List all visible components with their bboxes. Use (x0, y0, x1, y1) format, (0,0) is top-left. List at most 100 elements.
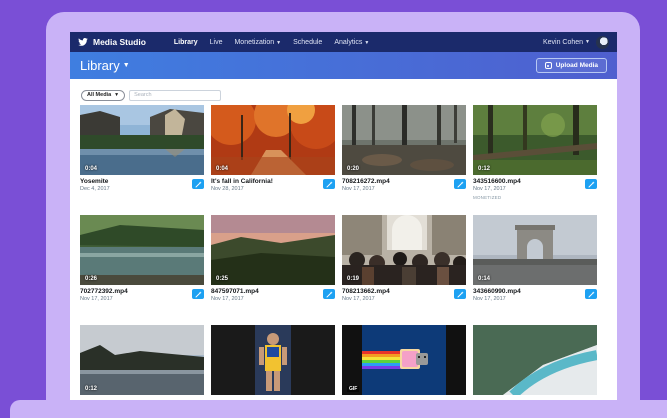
media-date: Nov 17, 2017 (211, 296, 244, 302)
edit-button[interactable] (454, 179, 466, 189)
lake-dusk-thumbnail-image (80, 325, 204, 395)
video-thumbnail[interactable] (473, 325, 597, 395)
video-thumbnail[interactable]: 0:14 (473, 215, 597, 285)
nav-monetization[interactable]: Monetization ▼ (234, 39, 281, 46)
river-thumbnail-image (80, 215, 204, 285)
brand-name: Media Studio (93, 37, 146, 47)
magic-wand-icon (587, 290, 595, 298)
magic-wand-icon (325, 290, 333, 298)
video-duration: 0:20 (347, 166, 360, 172)
media-title: 708213662.mp4 (342, 288, 390, 295)
media-date: Nov 17, 2017 (473, 296, 506, 302)
video-duration: 0:26 (85, 276, 98, 282)
media-type-select[interactable]: All Media ▼ (81, 89, 126, 101)
video-thumbnail[interactable]: 0:20 (342, 105, 466, 175)
video-thumbnail[interactable]: 0:25 (211, 215, 335, 285)
media-card[interactable]: 0:04 Yosemite Dec 4, 2017 (80, 105, 204, 205)
video-duration: 0:04 (85, 166, 98, 172)
avatar[interactable] (596, 35, 609, 49)
nav-analytics-label: Analytics (334, 38, 363, 46)
fjord-thumbnail-image (473, 325, 597, 395)
gif-badge: GIF (347, 386, 360, 392)
video-thumbnail[interactable]: GIF (342, 325, 466, 395)
edit-button[interactable] (323, 179, 335, 189)
media-date: Nov 17, 2017 (342, 296, 375, 302)
nav-library[interactable]: Library (174, 39, 198, 46)
media-date: Nov 28, 2017 (211, 186, 244, 192)
nav-schedule[interactable]: Schedule (293, 39, 322, 46)
app-window: Media Studio Library Live Monetization ▼ … (70, 32, 617, 404)
nav-analytics[interactable]: Analytics ▼ (334, 39, 369, 46)
media-grid: 0:04 Yosemite Dec 4, 2017 0:04 It's fall… (80, 105, 610, 404)
chevron-down-icon: ▼ (114, 92, 120, 98)
media-card[interactable]: 0:19 708213662.mp4 Nov 17, 2017 (342, 215, 466, 315)
chevron-down-icon: ▼ (585, 39, 590, 45)
arc-thumbnail-image (473, 215, 597, 285)
media-title: It's fall in California! (211, 178, 273, 185)
video-thumbnail[interactable]: 0:04 (80, 105, 204, 175)
media-card[interactable]: 0:04 It's fall in California! Nov 28, 20… (211, 105, 335, 205)
media-card[interactable]: 0:12 (80, 325, 204, 404)
page-title[interactable]: Library (80, 58, 120, 73)
video-thumbnail[interactable]: 0:04 (211, 105, 335, 175)
crowd-thumbnail-image (342, 215, 466, 285)
nyan-cat-thumbnail-image (342, 325, 466, 395)
hills-sunset-thumbnail-image (211, 215, 335, 285)
media-card[interactable] (211, 325, 335, 404)
top-nav: Media Studio Library Live Monetization ▼ … (70, 32, 617, 52)
video-thumbnail[interactable]: 0:19 (342, 215, 466, 285)
twitter-bird-icon (78, 38, 88, 46)
laptop-bezel (10, 400, 667, 418)
media-title: 702772392.mp4 (80, 288, 128, 295)
edit-button[interactable] (323, 289, 335, 299)
edit-button[interactable] (192, 289, 204, 299)
edit-button[interactable] (454, 289, 466, 299)
chevron-down-icon: ▼ (276, 39, 282, 46)
media-title: 847597071.mp4 (211, 288, 259, 295)
search-input[interactable] (129, 89, 222, 101)
magic-wand-icon (325, 180, 333, 188)
edit-button[interactable] (585, 179, 597, 189)
video-duration: 0:14 (478, 276, 491, 282)
camera-icon (544, 62, 552, 69)
media-date: Nov 17, 2017 (80, 296, 113, 302)
edit-button[interactable] (585, 289, 597, 299)
nav-live[interactable]: Live (210, 39, 223, 46)
video-duration: 0:25 (216, 276, 229, 282)
page-header: Library ▼ Upload Media (70, 52, 617, 79)
upload-media-button[interactable]: Upload Media (535, 58, 607, 73)
valley-thumbnail-image (80, 105, 204, 175)
autumn-thumbnail-image (211, 105, 335, 175)
video-thumbnail[interactable]: 0:26 (80, 215, 204, 285)
filter-bar: All Media ▼ (70, 79, 617, 103)
user-menu[interactable]: Kevin Cohen ▼ (543, 35, 609, 49)
green-forest-thumbnail-image (473, 105, 597, 175)
media-date: Dec 4, 2017 (80, 186, 110, 192)
media-title: 343516600.mp4 (473, 178, 521, 185)
media-card[interactable] (473, 325, 597, 404)
media-card[interactable]: 0:12 343516600.mp4 Nov 17, 2017 MONETIZE… (473, 105, 597, 205)
media-card[interactable]: 0:20 708216272.mp4 Nov 17, 2017 (342, 105, 466, 205)
video-duration: 0:12 (85, 386, 98, 392)
magic-wand-icon (587, 180, 595, 188)
video-thumbnail[interactable]: 0:12 (473, 105, 597, 175)
magic-wand-icon (194, 290, 202, 298)
chevron-down-icon: ▼ (364, 39, 370, 46)
video-thumbnail[interactable] (211, 325, 335, 395)
chevron-down-icon[interactable]: ▼ (123, 62, 130, 69)
brand[interactable]: Media Studio (78, 37, 146, 47)
video-thumbnail[interactable]: 0:12 (80, 325, 204, 395)
media-card[interactable]: 0:26 702772392.mp4 Nov 17, 2017 (80, 215, 204, 315)
video-duration: 0:19 (347, 276, 360, 282)
edit-button[interactable] (192, 179, 204, 189)
media-card[interactable]: 0:14 343660990.mp4 Nov 17, 2017 (473, 215, 597, 315)
magic-wand-icon (194, 180, 202, 188)
media-title: 708216272.mp4 (342, 178, 390, 185)
magic-wand-icon (456, 290, 464, 298)
media-card[interactable]: GIF (342, 325, 466, 404)
monetized-badge: MONETIZED (473, 195, 502, 200)
media-card[interactable]: 0:25 847597071.mp4 Nov 17, 2017 (211, 215, 335, 315)
video-duration: 0:12 (478, 166, 491, 172)
forest-floor-thumbnail-image (342, 105, 466, 175)
media-title: Yosemite (80, 178, 109, 185)
